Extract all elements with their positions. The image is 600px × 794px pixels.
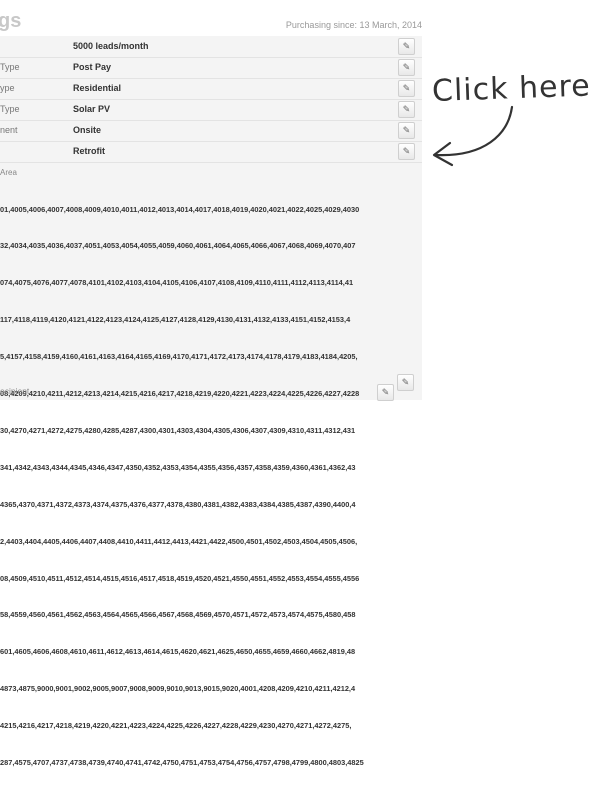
row-value: 5000 leads/month	[73, 41, 149, 51]
postcode-line: 32,4034,4035,4036,4037,4051,4053,4054,40…	[0, 241, 356, 251]
area-label: Area	[0, 168, 17, 177]
pencil-icon: ✎	[402, 62, 411, 72]
row-value: Retrofit	[73, 146, 105, 156]
edit-button[interactable]: ✎	[398, 122, 415, 139]
postcode-list: 01,4005,4006,4007,4008,4009,4010,4011,40…	[0, 179, 412, 794]
row-value: Solar PV	[73, 104, 111, 114]
edit-area-button[interactable]: ✎	[397, 374, 414, 391]
postcode-line: 30,4270,4271,4272,4275,4280,4285,4287,43…	[0, 425, 356, 435]
edit-button[interactable]: ✎	[398, 143, 415, 160]
edit-button[interactable]: ✎	[398, 101, 415, 118]
settings-row-leads: 5000 leads/month ✎	[0, 36, 422, 58]
row-label: ype	[0, 83, 15, 93]
postcode-line: 08,4509,4510,4511,4512,4514,4515,4516,45…	[0, 573, 360, 583]
postcode-line: 01,4005,4006,4007,4008,4009,4010,4011,40…	[0, 204, 360, 214]
row-value: Residential	[73, 83, 122, 93]
postcode-line: 341,4342,4343,4344,4345,4346,4347,4350,4…	[0, 462, 356, 472]
row-label: Type	[0, 62, 20, 72]
edit-recipient-button[interactable]: ✎	[377, 384, 394, 401]
postcode-line: 117,4118,4119,4120,4121,4122,4123,4124,4…	[0, 315, 351, 325]
settings-row-placement: nent Onsite ✎	[0, 120, 422, 142]
edit-button[interactable]: ✎	[398, 59, 415, 76]
row-value: Post Pay	[73, 62, 112, 72]
row-label: Type	[0, 104, 20, 114]
postcode-line: 58,4559,4560,4561,4562,4563,4564,4565,45…	[0, 610, 356, 620]
row-label: nent	[0, 125, 18, 135]
postcode-line: 2,4403,4404,4405,4406,4407,4408,4410,441…	[0, 536, 358, 546]
settings-row-install: Retrofit ✎	[0, 141, 422, 163]
postcode-line: 601,4605,4606,4608,4610,4611,4612,4613,4…	[0, 647, 356, 657]
postcode-line: 4873,4875,9000,9001,9002,9005,9007,9008,…	[0, 684, 356, 694]
pencil-icon: ✎	[402, 104, 411, 114]
settings-panel: 5000 leads/month ✎ Type Post Pay ✎ ype R…	[0, 36, 422, 767]
row-value: Onsite	[73, 125, 102, 135]
postcode-line: 074,4075,4076,4077,4078,4101,4102,4103,4…	[0, 278, 354, 288]
page-heading: gs	[0, 10, 22, 32]
postcode-line: 4365,4370,4371,4372,4373,4374,4375,4376,…	[0, 499, 356, 509]
recipient-label: ecipient	[0, 386, 30, 396]
callout-text: Click here to e	[431, 66, 600, 110]
postcode-line: 287,4575,4707,4737,4738,4739,4740,4741,4…	[0, 757, 364, 767]
pencil-icon: ✎	[381, 387, 390, 397]
edit-button[interactable]: ✎	[398, 80, 415, 97]
pencil-icon: ✎	[401, 377, 410, 387]
pencil-icon: ✎	[402, 125, 411, 135]
settings-row-property-type: ype Residential ✎	[0, 78, 422, 100]
pencil-icon: ✎	[402, 146, 411, 156]
edit-button[interactable]: ✎	[398, 38, 415, 55]
pencil-icon: ✎	[402, 83, 411, 93]
settings-row-system-type: Type Solar PV ✎	[0, 99, 422, 121]
postcode-line: 5,4157,4158,4159,4160,4161,4163,4164,416…	[0, 352, 358, 362]
settings-row-pay-type: Type Post Pay ✎	[0, 57, 422, 79]
purchasing-since: Purchasing since: 13 March, 2014	[285, 20, 422, 30]
postcode-line: 4215,4216,4217,4218,4219,4220,4221,4223,…	[0, 721, 352, 731]
postcode-line: 08,4209,4210,4211,4212,4213,4214,4215,42…	[0, 389, 360, 399]
curved-arrow-icon	[432, 105, 514, 167]
pencil-icon: ✎	[402, 41, 411, 51]
